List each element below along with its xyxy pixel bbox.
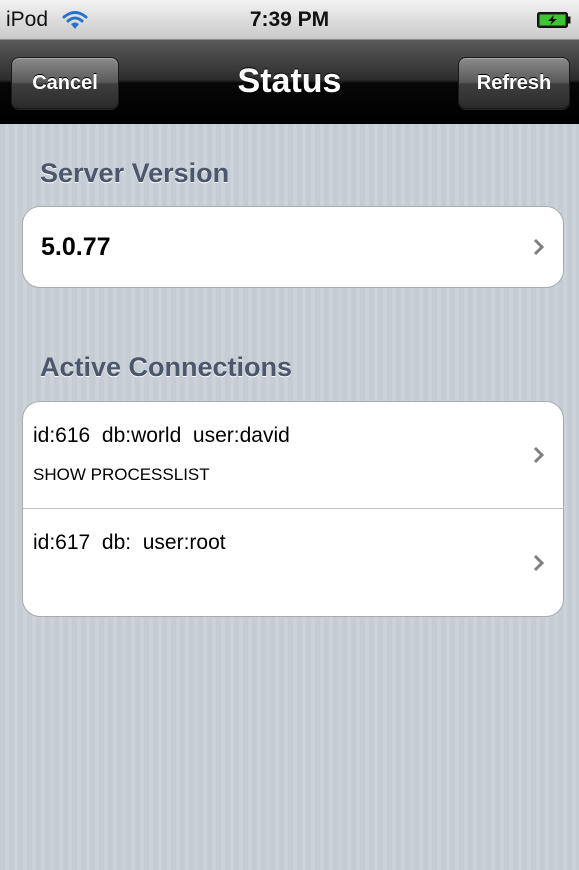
server-version-group: 5.0.77 bbox=[22, 206, 564, 288]
active-connections-header: Active Connections bbox=[40, 352, 293, 382]
server-version-value: 5.0.77 bbox=[41, 233, 111, 261]
chevron-right-icon bbox=[533, 446, 545, 464]
connection-cell[interactable]: id:617 db: user:root bbox=[23, 509, 563, 616]
navigation-bar: Cancel Status Refresh bbox=[0, 40, 579, 124]
refresh-button[interactable]: Refresh bbox=[458, 57, 570, 109]
connection-query: SHOW PROCESSLIST bbox=[33, 465, 210, 484]
connection-details: id:616 db:world user:david bbox=[33, 424, 290, 447]
connection-cell[interactable]: id:616 db:world user:david SHOW PROCESSL… bbox=[23, 402, 563, 509]
clock: 7:39 PM bbox=[249, 8, 330, 31]
battery-charging-icon bbox=[537, 12, 571, 28]
connection-details: id:617 db: user:root bbox=[33, 531, 226, 554]
status-bar: iPod 7:39 PM bbox=[0, 0, 579, 40]
server-version-header: Server Version bbox=[40, 158, 230, 188]
server-version-cell[interactable]: 5.0.77 bbox=[23, 207, 563, 287]
chevron-right-icon bbox=[533, 554, 545, 572]
chevron-right-icon bbox=[533, 238, 545, 256]
active-connections-group: id:616 db:world user:david SHOW PROCESSL… bbox=[22, 401, 564, 617]
